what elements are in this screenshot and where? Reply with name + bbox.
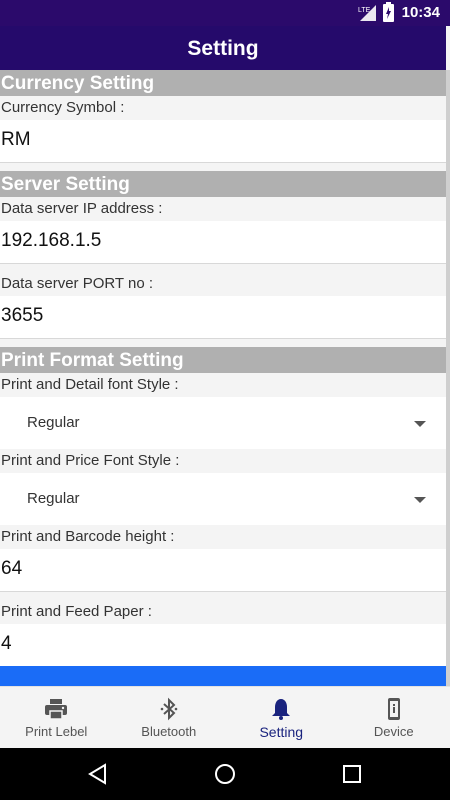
nav-item-setting[interactable]: Setting bbox=[225, 687, 338, 749]
system-navigation-bar bbox=[0, 748, 450, 800]
page-title: Setting bbox=[187, 37, 259, 60]
feed-paper-input[interactable]: 4 bbox=[0, 624, 446, 666]
barcode-height-input[interactable]: 64 bbox=[0, 549, 446, 591]
bell-icon bbox=[272, 699, 291, 720]
device-icon bbox=[387, 698, 400, 720]
price-font-select[interactable]: Regular bbox=[0, 473, 446, 525]
clock: 10:34 bbox=[401, 4, 440, 21]
nav-label: Setting bbox=[259, 724, 304, 740]
section-header-currency: Currency Setting bbox=[0, 70, 446, 96]
back-icon[interactable] bbox=[86, 762, 110, 786]
status-bar: LTE 10:34 bbox=[0, 0, 450, 26]
server-ip-input[interactable]: 192.168.1.5 bbox=[0, 221, 446, 263]
detail-font-label: Print and Detail font Style : bbox=[0, 373, 446, 397]
home-icon[interactable] bbox=[213, 762, 237, 786]
recents-icon[interactable] bbox=[340, 762, 364, 786]
scrollbar[interactable] bbox=[446, 70, 450, 686]
nav-item-device[interactable]: Device bbox=[338, 687, 450, 749]
barcode-height-label: Print and Barcode height : bbox=[0, 525, 446, 549]
nav-label: Bluetooth bbox=[141, 724, 197, 739]
currency-symbol-label: Currency Symbol : bbox=[0, 96, 446, 120]
network-label: LTE bbox=[358, 7, 371, 14]
nav-item-print-label[interactable]: Print Lebel bbox=[0, 687, 113, 749]
feed-paper-label: Print and Feed Paper : bbox=[0, 600, 446, 624]
save-bar[interactable] bbox=[0, 666, 446, 686]
server-port-input[interactable]: 3655 bbox=[0, 296, 446, 338]
bluetooth-icon bbox=[160, 697, 178, 721]
price-font-value: Regular bbox=[27, 490, 80, 507]
dropdown-arrow-icon bbox=[414, 497, 426, 503]
bottom-navigation: Print Lebel Bluetooth Setting Device bbox=[0, 686, 450, 748]
app-bar: Setting bbox=[0, 26, 446, 70]
section-header-print: Print Format Setting bbox=[0, 347, 446, 373]
nav-label: Print Lebel bbox=[25, 724, 88, 739]
detail-font-select[interactable]: Regular bbox=[0, 397, 446, 449]
printer-icon bbox=[45, 699, 68, 720]
price-font-label: Print and Price Font Style : bbox=[0, 449, 446, 473]
section-header-server: Server Setting bbox=[0, 171, 446, 197]
signal-icon: LTE bbox=[358, 5, 376, 21]
dropdown-arrow-icon bbox=[414, 421, 426, 427]
nav-label: Device bbox=[373, 724, 414, 739]
server-ip-label: Data server IP address : bbox=[0, 197, 446, 221]
settings-scroll[interactable]: Currency Setting Currency Symbol : RM Se… bbox=[0, 70, 446, 686]
server-port-label: Data server PORT no : bbox=[0, 272, 446, 296]
nav-item-bluetooth[interactable]: Bluetooth bbox=[113, 687, 226, 749]
currency-symbol-input[interactable]: RM bbox=[0, 120, 446, 162]
battery-icon bbox=[383, 2, 394, 22]
detail-font-value: Regular bbox=[27, 414, 80, 431]
